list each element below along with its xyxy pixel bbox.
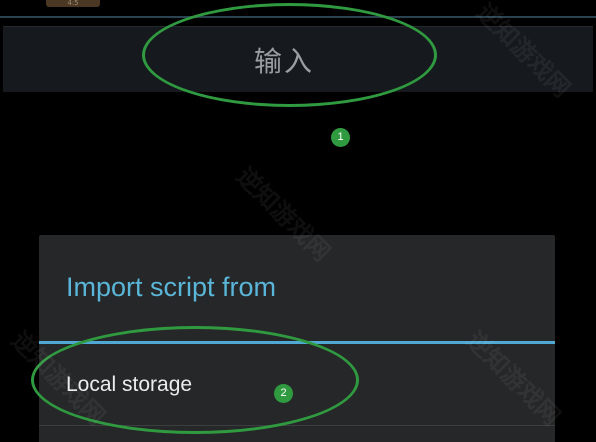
- dialog-title: Import script from: [66, 272, 277, 302]
- highlight-ellipse-2: [31, 326, 359, 434]
- status-chip: 4:5: [46, 0, 100, 7]
- highlight-ellipse-1: [142, 3, 437, 107]
- step-marker-2: 2: [274, 384, 293, 403]
- step-marker-1: 1: [331, 128, 350, 147]
